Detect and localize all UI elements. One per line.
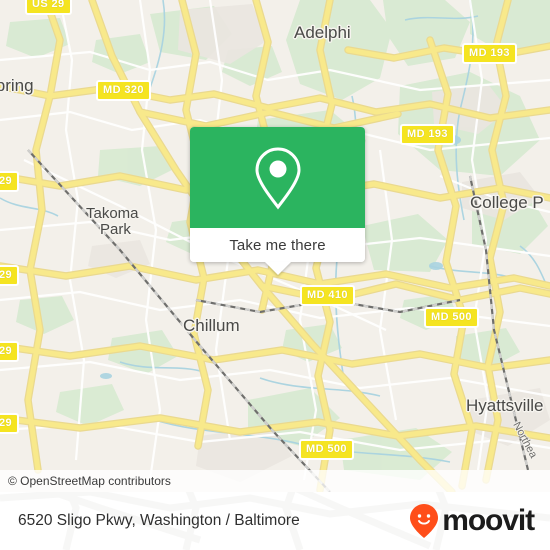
- map-pin-icon: [254, 146, 301, 209]
- road-shield[interactable]: MD 500: [299, 439, 354, 460]
- moovit-brand[interactable]: moovit: [409, 503, 535, 539]
- road-shield[interactable]: MD 193: [462, 43, 517, 64]
- place-label-hyattsville: Hyattsville: [466, 396, 544, 415]
- address-label: 6520 Sligo Pkwy, Washington / Baltimore: [18, 512, 300, 529]
- callout-action-bar[interactable]: Take me there: [190, 228, 365, 262]
- road-shield[interactable]: 29: [0, 413, 20, 434]
- place-label-park: Park: [100, 221, 131, 238]
- callout-pointer-tail: [264, 262, 291, 275]
- take-me-there-label: Take me there: [229, 236, 326, 254]
- map-callout-card[interactable]: Take me there: [190, 127, 365, 275]
- moovit-wordmark: moovit: [442, 504, 535, 537]
- place-label-college-park: College P: [470, 193, 544, 212]
- callout-icon-area: [190, 127, 365, 228]
- road-shield[interactable]: MD 320: [96, 80, 151, 101]
- place-label-chillum: Chillum: [183, 316, 240, 335]
- osm-attribution[interactable]: © OpenStreetMap contributors: [0, 470, 550, 492]
- place-label-takoma: Takoma: [86, 205, 139, 222]
- footer-content: 6520 Sligo Pkwy, Washington / Baltimore …: [0, 492, 550, 550]
- road-shield[interactable]: 29: [0, 265, 20, 286]
- place-label-spring: ipring: [0, 76, 34, 95]
- road-shield[interactable]: 29: [0, 171, 20, 192]
- road-shield[interactable]: 29: [0, 341, 20, 362]
- road-shield[interactable]: MD 193: [400, 124, 455, 145]
- callout-body: Take me there: [190, 127, 365, 262]
- road-shield[interactable]: US 29: [25, 0, 72, 15]
- screenshot-root: US 29 MD 320 MD 193 MD 193 29 29 29 29 M…: [0, 0, 550, 550]
- road-shield[interactable]: MD 410: [300, 285, 355, 306]
- road-shield[interactable]: MD 500: [424, 307, 479, 328]
- place-label-adelphi: Adelphi: [294, 23, 351, 42]
- moovit-smiley-pin-icon: [410, 504, 439, 538]
- footer-bar: 6520 Sligo Pkwy, Washington / Baltimore …: [0, 492, 550, 550]
